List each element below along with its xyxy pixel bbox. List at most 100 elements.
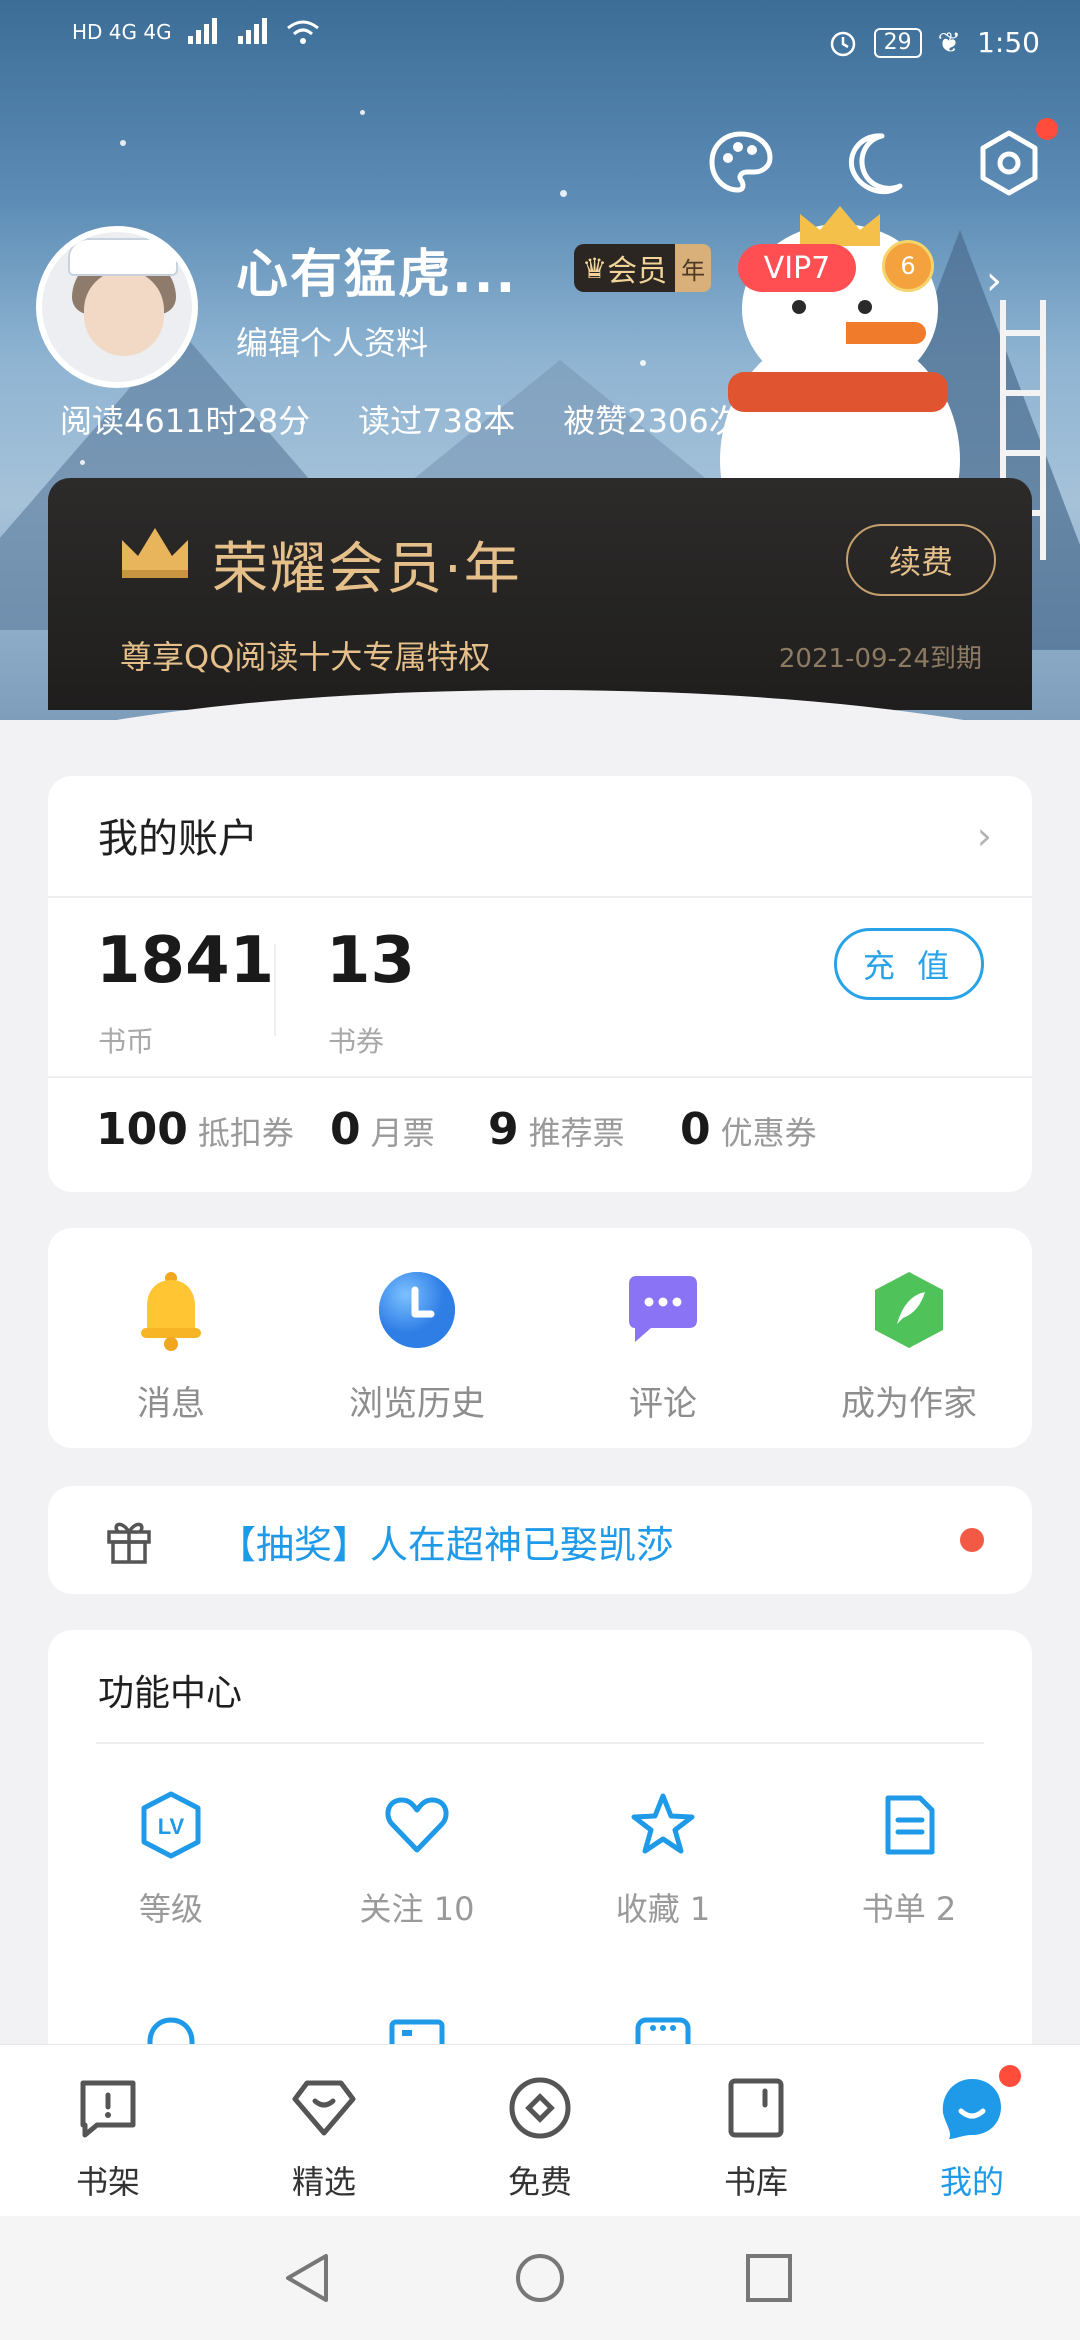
home-button[interactable] [514, 2252, 566, 2308]
following-entry[interactable]: 关注 10 [294, 1790, 540, 1930]
messages-label: 消息 [137, 1384, 205, 1424]
level-icon: LV [136, 1790, 206, 1860]
likes-stat: 被赞2306次 [563, 402, 741, 440]
avatar[interactable] [36, 226, 198, 388]
svg-text:LV: LV [158, 1814, 185, 1839]
recommend-ticket[interactable]: 9 推荐票 [488, 1104, 625, 1155]
crown-icon: ♛ [582, 251, 608, 285]
member-badge-label: 会员 [607, 254, 668, 289]
ticket-label: 月票 [370, 1114, 435, 1152]
favorites-label: 收藏 1 [615, 1890, 711, 1928]
bookshelf-icon [73, 2073, 143, 2143]
tab-free[interactable]: 免费 [432, 2073, 648, 2203]
snowflake [120, 140, 126, 146]
avatar-face [84, 270, 164, 356]
palette-icon [709, 131, 773, 193]
ticket-label: 抵扣券 [197, 1114, 294, 1152]
booklist-icon [874, 1790, 944, 1860]
notification-dot [999, 2065, 1021, 2087]
theme-palette-button[interactable] [706, 128, 776, 198]
back-button[interactable] [282, 2252, 332, 2308]
lottery-banner[interactable]: 【抽奖】人在超神已娶凯莎 [48, 1486, 1032, 1594]
chevron-right-icon[interactable]: › [986, 258, 1002, 304]
member-expiry: 2021-09-24到期 [778, 644, 982, 674]
favorites-entry[interactable]: 收藏 1 [540, 1790, 786, 1930]
moon-icon [848, 133, 903, 195]
crown-icon [122, 528, 188, 578]
comments-entry[interactable]: 评论 [540, 1268, 786, 1425]
ticket-count: 0 [330, 1104, 361, 1155]
clock-icon [375, 1268, 459, 1352]
account-title[interactable]: 我的账户 [98, 806, 258, 864]
coupon-ticket[interactable]: 0 优惠券 [680, 1104, 817, 1155]
leaf-icon: ❦ [937, 26, 962, 59]
divider [48, 896, 1032, 898]
become-writer-entry[interactable]: 成为作家 [786, 1268, 1032, 1425]
ticket-count: 9 [488, 1104, 519, 1155]
snowflake [640, 360, 646, 366]
become-writer-label: 成为作家 [841, 1384, 977, 1424]
star-icon [628, 1790, 698, 1860]
member-card[interactable]: 荣耀会员·年 续费 尊享QQ阅读十大专属特权 2021-09-24到期 [48, 478, 1032, 710]
snowman-scarf [728, 372, 948, 412]
recents-button[interactable] [744, 2252, 794, 2308]
level-entry[interactable]: LV 等级 [48, 1790, 294, 1930]
tab-profile[interactable]: 我的 [864, 2065, 1080, 2203]
alarm-icon [830, 31, 855, 56]
monthly-ticket[interactable]: 0 月票 [330, 1104, 435, 1155]
status-right: 29 ❦ 1:50 [828, 26, 1040, 59]
messages-entry[interactable]: 消息 [48, 1268, 294, 1425]
member-badge-year: 年 [675, 244, 712, 292]
divider [274, 944, 276, 1036]
deduction-ticket[interactable]: 100 抵扣券 [96, 1104, 294, 1155]
header-actions [706, 118, 1058, 198]
level-badge[interactable]: 6 [882, 240, 934, 292]
night-mode-button[interactable] [840, 128, 910, 198]
signal-indicators: HD 4G 4G [72, 18, 320, 46]
recharge-button[interactable]: 充 值 [834, 928, 984, 1000]
settings-button[interactable] [974, 118, 1058, 198]
tab-library[interactable]: 书库 [648, 2073, 864, 2203]
tab-bookshelf[interactable]: 书架 [0, 2073, 216, 2203]
bottom-navigation: 书架 精选 免费 书库 我的 [0, 2044, 1080, 2216]
battery-indicator: 29 [873, 27, 922, 58]
back-triangle-icon [286, 2254, 328, 2302]
comments-label: 评论 [629, 1384, 697, 1424]
hexagon-settings-icon [980, 130, 1038, 196]
notification-dot [1036, 118, 1058, 140]
coin-balance[interactable]: 1841 [96, 924, 274, 998]
home-circle-icon [516, 2254, 564, 2302]
status-bar: HD 4G 4G 29 ❦ 1:50 [0, 0, 1080, 86]
divider [96, 1742, 984, 1744]
profile-header: HD 4G 4G 29 ❦ 1:50 心有猛虎... 编辑个人资料 ♛ 会员 年… [0, 0, 1080, 720]
username[interactable]: 心有猛虎... [236, 232, 517, 307]
feather-icon [867, 1268, 951, 1352]
snowman-nose [846, 322, 926, 344]
snowflake [560, 190, 567, 197]
edit-profile-link[interactable]: 编辑个人资料 [236, 318, 428, 364]
crown-decoration [800, 206, 880, 246]
booklist-entry[interactable]: 书单 2 [786, 1790, 1032, 1930]
tab-featured[interactable]: 精选 [216, 2073, 432, 2203]
tab-label: 精选 [291, 2163, 356, 2201]
ticket-count: 0 [680, 1104, 711, 1155]
voucher-balance[interactable]: 13 [326, 924, 415, 998]
bell-icon [129, 1268, 213, 1352]
lottery-text: 【抽奖】人在超神已娶凯莎 [218, 1523, 675, 1567]
free-icon [505, 2073, 575, 2143]
chevron-right-icon[interactable]: › [977, 814, 992, 858]
snowflake [80, 460, 85, 465]
renew-button[interactable]: 续费 [846, 524, 996, 596]
account-card: 我的账户 › 1841 书币 13 书券 充 值 100 抵扣券 0 月票 9 … [48, 776, 1032, 1192]
notification-dot [960, 1528, 984, 1552]
tab-label: 书架 [75, 2163, 140, 2201]
signal-icon [187, 18, 217, 44]
history-entry[interactable]: 浏览历史 [294, 1268, 540, 1425]
ticket-label: 优惠券 [720, 1114, 817, 1152]
vip-badge[interactable]: VIP7 [738, 244, 856, 292]
divider [48, 1076, 1032, 1078]
member-badge[interactable]: ♛ 会员 年 [574, 244, 712, 292]
level-label: 等级 [138, 1890, 203, 1928]
member-title: 荣耀会员·年 [212, 537, 522, 602]
tab-label: 书库 [723, 2163, 788, 2201]
